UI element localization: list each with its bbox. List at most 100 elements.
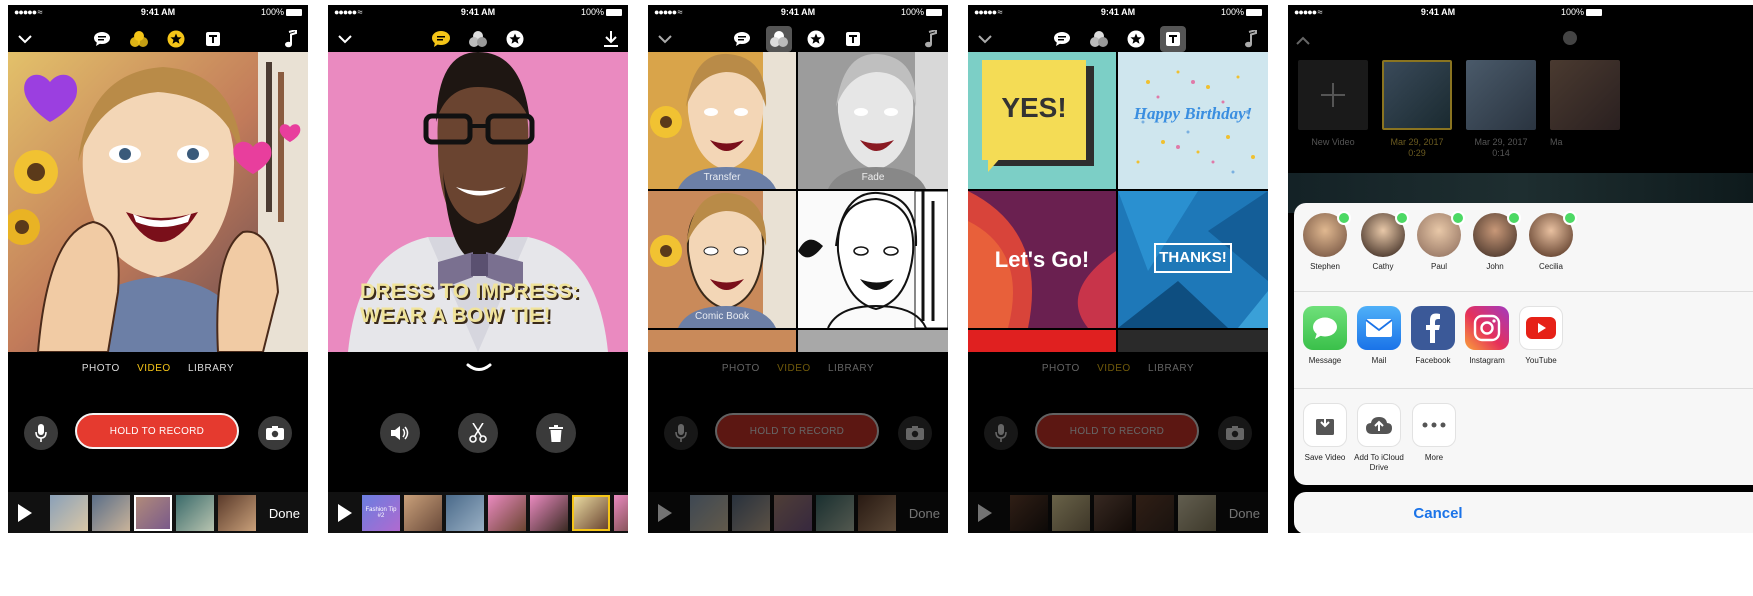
- chevron-down-icon[interactable]: [974, 28, 996, 50]
- poster-tile-lets-go[interactable]: Let's Go!: [968, 191, 1116, 328]
- microphone-icon[interactable]: [24, 416, 58, 450]
- done-button[interactable]: Done: [909, 506, 940, 521]
- filter-tile-sketch[interactable]: [798, 191, 948, 328]
- filter-tile-transfer[interactable]: Transfer: [648, 52, 796, 189]
- chevron-down-icon[interactable]: [334, 28, 356, 50]
- title-poster-icon[interactable]: [202, 28, 224, 50]
- speech-bubble-icon[interactable]: [91, 28, 113, 50]
- play-icon[interactable]: [658, 504, 672, 522]
- clip-thumbnail[interactable]: [774, 495, 812, 531]
- music-note-icon[interactable]: [280, 28, 302, 50]
- mode-library[interactable]: LIBRARY: [1148, 363, 1194, 374]
- library-video-thumbnail[interactable]: [1382, 60, 1452, 130]
- clip-thumbnail[interactable]: [732, 495, 770, 531]
- music-note-icon[interactable]: [920, 28, 942, 50]
- scissors-icon[interactable]: [458, 413, 498, 453]
- speech-bubble-icon[interactable]: [731, 28, 753, 50]
- filter-tile-partial[interactable]: [648, 330, 796, 352]
- chevron-down-icon[interactable]: [14, 28, 36, 50]
- clip-thumbnail[interactable]: [176, 495, 214, 531]
- profile-icon[interactable]: [1563, 31, 1577, 45]
- mode-photo[interactable]: PHOTO: [1042, 363, 1080, 374]
- share-app-instagram[interactable]: Instagram: [1460, 306, 1514, 365]
- chevron-up-icon[interactable]: [1296, 33, 1310, 51]
- mode-photo[interactable]: PHOTO: [82, 363, 120, 374]
- play-icon[interactable]: [978, 504, 992, 522]
- star-sticker-icon[interactable]: [1125, 28, 1147, 50]
- flip-camera-icon[interactable]: [1218, 416, 1252, 450]
- download-icon[interactable]: [600, 28, 622, 50]
- mode-video[interactable]: VIDEO: [777, 363, 811, 374]
- share-app-message[interactable]: Message: [1298, 306, 1352, 365]
- person-cecilia[interactable]: Cecilia: [1524, 211, 1578, 271]
- trash-icon[interactable]: [536, 413, 576, 453]
- clip-thumbnail[interactable]: [488, 495, 526, 531]
- hold-to-record-button[interactable]: HOLD TO RECORD: [1035, 413, 1199, 449]
- volume-icon[interactable]: [380, 413, 420, 453]
- clip-thumbnail[interactable]: [404, 495, 442, 531]
- flip-camera-icon[interactable]: [898, 416, 932, 450]
- person-john[interactable]: John: [1468, 211, 1522, 271]
- poster-tile-yes[interactable]: YES!: [968, 52, 1116, 189]
- filters-icon[interactable]: [766, 26, 792, 52]
- speech-bubble-icon[interactable]: [1051, 28, 1073, 50]
- speech-bubble-icon[interactable]: [430, 28, 452, 50]
- person-cathy[interactable]: Cathy: [1356, 211, 1410, 271]
- clip-thumbnail[interactable]: [1052, 495, 1090, 531]
- mode-video[interactable]: VIDEO: [137, 363, 171, 374]
- clip-thumbnail[interactable]: [218, 495, 256, 531]
- action-add-to-icloud-drive[interactable]: Add To iCloud Drive: [1349, 403, 1409, 473]
- flip-camera-icon[interactable]: [258, 416, 292, 450]
- done-button[interactable]: Done: [1229, 506, 1260, 521]
- star-sticker-icon[interactable]: [165, 28, 187, 50]
- clip-thumbnail[interactable]: [1010, 495, 1048, 531]
- clip-thumbnail-selected[interactable]: [134, 495, 172, 531]
- mode-photo[interactable]: PHOTO: [722, 363, 760, 374]
- poster-tile-thanks[interactable]: THANKS!: [1118, 191, 1268, 328]
- clip-thumbnail[interactable]: [92, 495, 130, 531]
- play-icon[interactable]: [338, 504, 352, 522]
- share-app-youtube[interactable]: YouTube: [1514, 306, 1568, 365]
- play-icon[interactable]: [18, 504, 32, 522]
- clip-thumbnail[interactable]: [816, 495, 854, 531]
- done-button[interactable]: Done: [269, 506, 300, 521]
- mode-library[interactable]: LIBRARY: [828, 363, 874, 374]
- hold-to-record-button[interactable]: HOLD TO RECORD: [715, 413, 879, 449]
- music-note-icon[interactable]: [1240, 28, 1262, 50]
- share-app-facebook[interactable]: Facebook: [1406, 306, 1460, 365]
- filters-icon[interactable]: [1088, 28, 1110, 50]
- microphone-icon[interactable]: [984, 416, 1018, 450]
- clip-thumbnail[interactable]: [1136, 495, 1174, 531]
- title-poster-icon[interactable]: [1160, 26, 1186, 52]
- library-video-thumbnail[interactable]: [1466, 60, 1536, 130]
- star-sticker-icon[interactable]: [805, 28, 827, 50]
- poster-tile-happy-birthday[interactable]: Happy Birthday!: [1118, 52, 1268, 189]
- action-more[interactable]: More: [1404, 403, 1464, 463]
- clip-thumbnail[interactable]: [446, 495, 484, 531]
- filter-tile-comic-book[interactable]: Comic Book: [648, 191, 796, 328]
- clip-thumbnail[interactable]: [1094, 495, 1132, 531]
- clip-thumbnail[interactable]: [614, 495, 628, 531]
- chevron-down-icon[interactable]: [654, 28, 676, 50]
- person-paul[interactable]: Paul: [1412, 211, 1466, 271]
- mode-video[interactable]: VIDEO: [1097, 363, 1131, 374]
- clip-thumbnail[interactable]: [858, 495, 896, 531]
- microphone-icon[interactable]: [664, 416, 698, 450]
- library-video-thumbnail[interactable]: [1550, 60, 1620, 130]
- cancel-button[interactable]: Cancel: [1294, 505, 1582, 522]
- clip-thumbnail[interactable]: [530, 495, 568, 531]
- mode-library[interactable]: LIBRARY: [188, 363, 234, 374]
- collapse-chevron-icon[interactable]: [466, 361, 492, 379]
- person-stephen[interactable]: Stephen: [1298, 211, 1352, 271]
- poster-tile-partial[interactable]: [968, 330, 1116, 352]
- new-video-button[interactable]: [1298, 60, 1368, 130]
- poster-tile-partial[interactable]: [1118, 330, 1268, 352]
- star-sticker-icon[interactable]: [504, 28, 526, 50]
- filter-tile-fade[interactable]: Fade: [798, 52, 948, 189]
- clip-thumbnail-selected[interactable]: [572, 495, 610, 531]
- clip-thumbnail[interactable]: [50, 495, 88, 531]
- filters-icon[interactable]: [467, 28, 489, 50]
- clip-thumbnail[interactable]: [1178, 495, 1216, 531]
- clip-thumbnail[interactable]: [690, 495, 728, 531]
- filters-icon[interactable]: [128, 28, 150, 50]
